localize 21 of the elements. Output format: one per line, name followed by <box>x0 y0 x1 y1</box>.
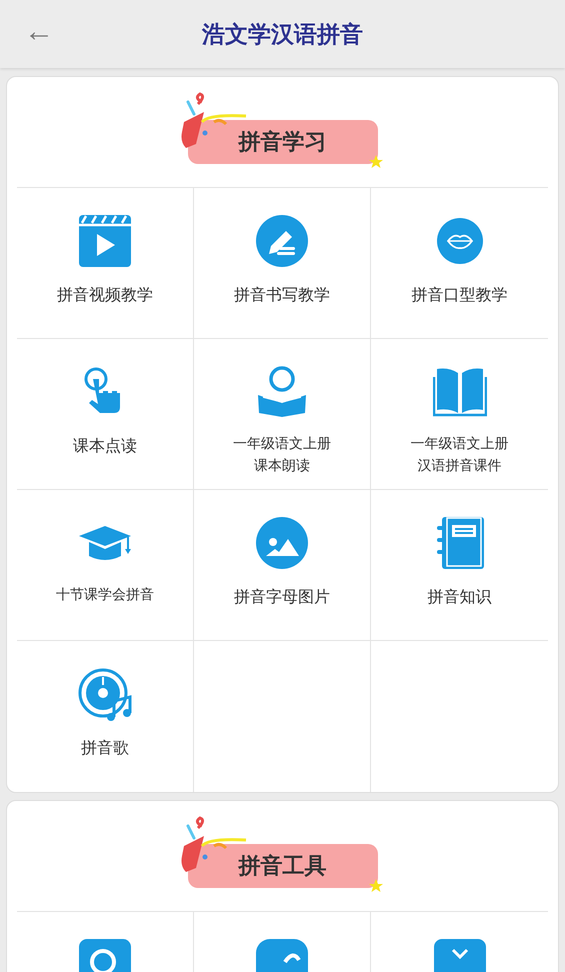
menu-item-label[interactable]: 拼音知识 <box>428 584 492 610</box>
back-button[interactable]: ← <box>20 14 58 50</box>
pencil-icon <box>255 214 309 268</box>
menu-item-label[interactable]: 拼音视频教学 <box>57 282 153 308</box>
image-icon <box>255 516 309 570</box>
menu-item-label[interactable]: 一年级语文上册汉语拼音课件 <box>407 433 512 478</box>
menu-item-label[interactable]: 课本点读 <box>73 433 137 459</box>
star-icon <box>368 154 384 170</box>
menu-item-label[interactable]: 拼音书写教学 <box>234 282 330 308</box>
menu-item-label[interactable]: 拼音歌 <box>81 735 129 761</box>
menu-item-label[interactable]: 一年级语文上册课本朗读 <box>230 433 334 478</box>
section-title: 拼音学习 <box>238 128 326 157</box>
section-title: 拼音工具 <box>238 852 326 881</box>
reading-person-icon <box>255 365 309 419</box>
star-icon <box>368 878 384 894</box>
music-disc-icon <box>78 667 132 721</box>
menu-item-label[interactable]: 十节课学会拼音 <box>56 584 154 606</box>
menu-item-label[interactable]: 拼音字母图片 <box>234 584 330 610</box>
page-title: 浩文学汉语拼音 <box>202 20 363 50</box>
video-icon <box>78 214 132 268</box>
menu-item-label[interactable]: 拼音口型教学 <box>412 282 508 308</box>
